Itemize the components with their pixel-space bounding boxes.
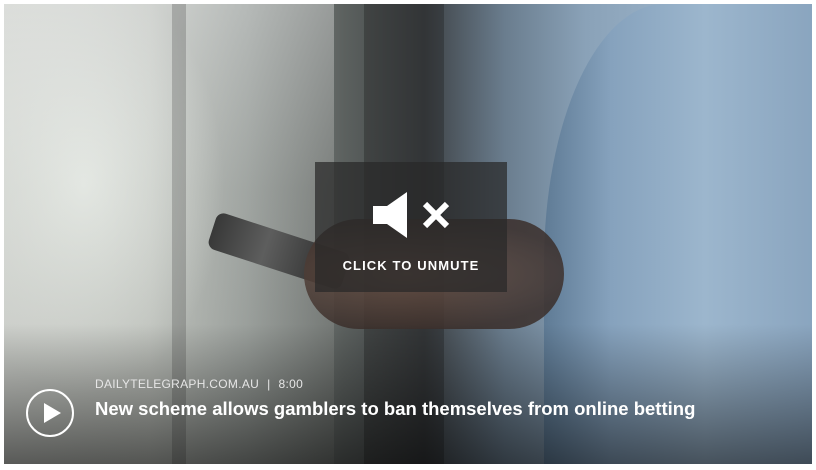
caption-gradient xyxy=(4,324,812,464)
video-source: DAILYTELEGRAPH.COM.AU xyxy=(95,377,260,391)
video-title[interactable]: New scheme allows gamblers to ban themse… xyxy=(95,397,735,421)
speaker-muted-icon xyxy=(373,192,450,238)
unmute-label: CLICK TO UNMUTE xyxy=(342,258,480,273)
video-player[interactable]: CLICK TO UNMUTE DAILYTELEGRAPH.COM.AU | 8:… xyxy=(4,4,812,464)
click-to-unmute-button[interactable]: CLICK TO UNMUTE xyxy=(315,162,507,292)
meta-separator: | xyxy=(267,377,271,391)
video-duration: 8:00 xyxy=(278,377,304,391)
video-meta: DAILYTELEGRAPH.COM.AU | 8:00 xyxy=(95,377,303,391)
play-icon xyxy=(44,403,61,423)
play-button[interactable] xyxy=(26,389,74,437)
